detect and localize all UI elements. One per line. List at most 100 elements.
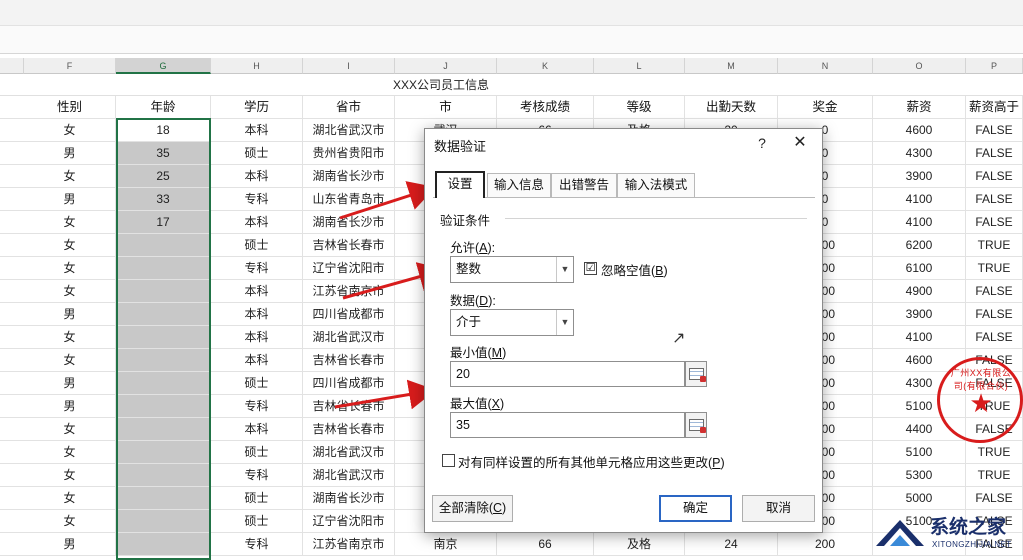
ignore-blank-label[interactable]: 忽略空值(B) — [601, 260, 668, 279]
table-cell-above[interactable]: FALSE — [966, 142, 1023, 164]
table-cell-above[interactable]: FALSE — [966, 280, 1023, 302]
table-cell-edu[interactable]: 本科 — [211, 326, 303, 348]
table-cell-salary[interactable]: 4900 — [873, 280, 966, 302]
cancel-button[interactable]: 取消 — [742, 495, 815, 522]
table-cell-prov[interactable]: 吉林省长春市 — [303, 418, 395, 440]
table-cell-age[interactable]: 33 — [116, 188, 211, 210]
table-cell-edu[interactable]: 专科 — [211, 464, 303, 486]
table-cell-prov[interactable]: 山东省青岛市 — [303, 188, 395, 210]
table-cell-gender[interactable]: 女 — [24, 280, 116, 302]
table-cell-salary[interactable]: 4100 — [873, 188, 966, 210]
header-cell[interactable]: 性别 — [24, 96, 116, 118]
column-header-n[interactable]: N — [778, 58, 873, 74]
maximum-input[interactable]: 35 — [450, 412, 685, 438]
table-cell-above[interactable]: TRUE — [966, 441, 1023, 463]
table-cell-age[interactable] — [116, 280, 211, 302]
tab-ime-mode[interactable]: 输入法模式 — [617, 173, 695, 197]
table-cell-above[interactable]: FALSE — [966, 119, 1023, 141]
table-cell-salary[interactable]: 5000 — [873, 487, 966, 509]
column-header-k[interactable]: K — [497, 58, 594, 74]
table-cell-above[interactable]: TRUE — [966, 234, 1023, 256]
minimum-input[interactable]: 20 — [450, 361, 685, 387]
table-cell-prov[interactable]: 湖南省长沙市 — [303, 487, 395, 509]
table-cell-edu[interactable]: 本科 — [211, 211, 303, 233]
table-cell-gender[interactable]: 男 — [24, 142, 116, 164]
table-cell-level[interactable]: 及格 — [594, 533, 685, 555]
table-cell-edu[interactable]: 专科 — [211, 395, 303, 417]
table-cell-age[interactable] — [116, 257, 211, 279]
range-select-icon[interactable] — [685, 361, 707, 387]
table-cell-age[interactable] — [116, 349, 211, 371]
table-cell-above[interactable]: FALSE — [966, 326, 1023, 348]
header-cell[interactable]: 薪资 — [873, 96, 966, 118]
ok-button[interactable]: 确定 — [659, 495, 732, 522]
chevron-down-icon[interactable]: ▼ — [556, 310, 573, 335]
header-cell[interactable]: 薪资高于 — [966, 96, 1023, 118]
table-cell-salary[interactable]: 4600 — [873, 119, 966, 141]
table-cell-prov[interactable]: 湖南省长沙市 — [303, 211, 395, 233]
sheet-title[interactable]: XXX公司员工信息 — [303, 74, 579, 96]
column-header-h[interactable]: H — [211, 58, 303, 74]
table-cell-prov[interactable]: 吉林省长春市 — [303, 234, 395, 256]
table-cell-edu[interactable]: 专科 — [211, 533, 303, 555]
column-header-o[interactable]: O — [873, 58, 966, 74]
table-cell-edu[interactable]: 专科 — [211, 188, 303, 210]
header-cell[interactable]: 市 — [395, 96, 497, 118]
table-cell-salary[interactable]: 3900 — [873, 165, 966, 187]
table-cell-edu[interactable]: 本科 — [211, 349, 303, 371]
formula-bar[interactable] — [0, 26, 1023, 54]
table-cell-age[interactable] — [116, 234, 211, 256]
table-cell-age[interactable] — [116, 441, 211, 463]
table-cell-age[interactable] — [116, 303, 211, 325]
table-cell-age[interactable] — [116, 533, 211, 555]
table-cell-prov[interactable]: 吉林省长春市 — [303, 395, 395, 417]
header-cell[interactable]: 考核成绩 — [497, 96, 594, 118]
table-cell-above[interactable]: TRUE — [966, 464, 1023, 486]
table-cell-age[interactable] — [116, 372, 211, 394]
table-cell-salary[interactable]: 5100 — [873, 441, 966, 463]
table-cell-gender[interactable]: 男 — [24, 303, 116, 325]
table-cell-gender[interactable]: 女 — [24, 234, 116, 256]
ignore-blank-checkbox[interactable]: ☑ — [584, 262, 597, 275]
table-cell-edu[interactable]: 硕士 — [211, 372, 303, 394]
table-cell-above[interactable]: FALSE — [966, 165, 1023, 187]
tab-error-alert[interactable]: 出错警告 — [551, 173, 617, 197]
table-cell-age[interactable] — [116, 395, 211, 417]
table-cell-gender[interactable]: 女 — [24, 418, 116, 440]
table-cell-edu[interactable]: 硕士 — [211, 487, 303, 509]
range-select-icon[interactable] — [685, 412, 707, 438]
column-header-i[interactable]: I — [303, 58, 395, 74]
table-cell-gender[interactable]: 女 — [24, 487, 116, 509]
header-cell[interactable]: 等级 — [594, 96, 685, 118]
column-header-m[interactable]: M — [685, 58, 778, 74]
table-cell-age[interactable]: 25 — [116, 165, 211, 187]
table-cell-prov[interactable]: 湖南省长沙市 — [303, 165, 395, 187]
column-header-j[interactable]: J — [395, 58, 497, 74]
table-cell-city[interactable]: 南京 — [395, 533, 497, 555]
table-cell-score[interactable]: 66 — [497, 533, 594, 555]
table-cell-salary[interactable]: 6100 — [873, 257, 966, 279]
table-cell-gender[interactable]: 女 — [24, 326, 116, 348]
table-cell-age[interactable] — [116, 326, 211, 348]
apply-all-checkbox[interactable] — [442, 454, 455, 467]
table-cell-gender[interactable]: 男 — [24, 395, 116, 417]
column-header-p[interactable]: P — [966, 58, 1023, 74]
table-cell-age[interactable] — [116, 464, 211, 486]
table-cell-above[interactable]: TRUE — [966, 257, 1023, 279]
table-cell-salary[interactable]: 4100 — [873, 326, 966, 348]
table-cell-age[interactable] — [116, 487, 211, 509]
table-cell-edu[interactable]: 专科 — [211, 257, 303, 279]
corner-cell[interactable] — [0, 58, 24, 74]
clear-all-button[interactable]: 全部清除(C) — [432, 495, 513, 522]
table-cell-salary[interactable]: 4100 — [873, 211, 966, 233]
column-header-l[interactable]: L — [594, 58, 685, 74]
table-cell-prov[interactable]: 湖北省武汉市 — [303, 464, 395, 486]
table-cell-edu[interactable]: 硕士 — [211, 510, 303, 532]
table-cell-prov[interactable]: 江苏省南京市 — [303, 280, 395, 302]
column-header-g[interactable]: G — [116, 58, 211, 74]
table-cell-prov[interactable]: 四川省成都市 — [303, 372, 395, 394]
tab-settings[interactable]: 设置 — [435, 171, 485, 198]
header-cell[interactable]: 学历 — [211, 96, 303, 118]
close-icon[interactable]: ✕ — [789, 133, 811, 153]
table-cell-above[interactable]: FALSE — [966, 188, 1023, 210]
